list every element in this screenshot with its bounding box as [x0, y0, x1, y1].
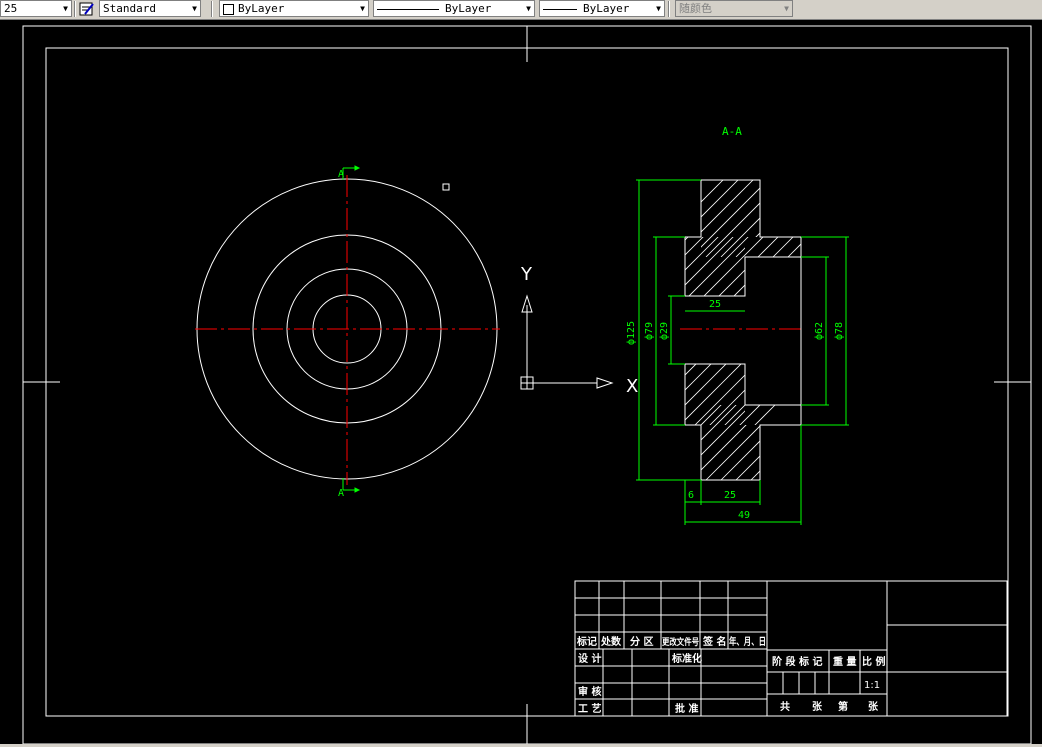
- text-style-value: Standard: [103, 2, 156, 15]
- tb-pizhun: 批 准: [675, 702, 698, 715]
- text-style-icon[interactable]: [79, 1, 95, 17]
- lineweight-value: ByLayer: [583, 2, 630, 15]
- chevron-down-icon: ▼: [360, 4, 365, 13]
- linetype-preview-icon: [377, 8, 439, 10]
- tb-shenhe: 审 核: [578, 685, 601, 698]
- tb-jieduan: 阶 段 标 记: [772, 655, 822, 668]
- lineweight-combo[interactable]: ByLayer ▼: [539, 0, 665, 17]
- toolbar-separator: [668, 1, 670, 17]
- ucs-x-label: X: [626, 376, 638, 397]
- tb-fenqu: 分 区: [630, 635, 653, 648]
- tb-zhongliang: 重 量: [833, 655, 856, 668]
- dim-bottom-25: 25: [724, 490, 736, 501]
- plot-style-value: 随颜色: [679, 2, 712, 15]
- ucs-icon: [520, 294, 614, 390]
- chevron-down-icon: ▼: [192, 4, 197, 13]
- chevron-down-icon: ▼: [526, 4, 531, 13]
- dim-inner-25: 25: [709, 299, 721, 310]
- dim-phi78: ф78: [833, 322, 845, 340]
- tb-biaoji: 标记: [576, 635, 597, 648]
- ucs-y-label: Y: [520, 264, 533, 285]
- center-lines: [195, 175, 805, 485]
- section-view-title: A-A: [722, 125, 742, 138]
- tb-biaozhunhua: 标准化: [671, 652, 702, 665]
- tb-date: 年、月、日: [729, 635, 766, 648]
- chevron-down-icon: ▼: [784, 4, 789, 13]
- section-outline[interactable]: [684, 179, 802, 481]
- scale-combo[interactable]: 25 ▼: [0, 0, 72, 17]
- dim-phi79: ф79: [643, 322, 655, 340]
- color-swatch-icon: [223, 3, 234, 15]
- plot-style-combo: 随颜色 ▼: [675, 0, 793, 17]
- dim-phi62: ф62: [813, 322, 825, 340]
- dim-phi125: ф125: [625, 321, 637, 345]
- chevron-down-icon: ▼: [656, 4, 661, 13]
- tb-zhang2: 张: [868, 700, 879, 713]
- tb-zhang1: 张: [812, 700, 823, 713]
- tb-bili: 比 例: [862, 655, 885, 668]
- tb-qianming: 签 名: [702, 635, 726, 648]
- toolbar-separator: [74, 1, 76, 17]
- dimension-texts: ф125 ф79 ф29 ф62 ф78 25 6 25 49: [625, 299, 845, 521]
- tb-sheji: 设 计: [578, 652, 601, 665]
- dim-49: 49: [738, 510, 750, 521]
- grip-point[interactable]: [442, 183, 450, 191]
- title-block-grid: [574, 580, 1008, 717]
- dim-phi29: ф29: [658, 322, 670, 340]
- layer-color-value: ByLayer: [238, 2, 285, 15]
- tb-gongyi: 工 艺: [578, 702, 601, 715]
- linetype-value: ByLayer: [445, 2, 492, 15]
- tb-di: 第: [838, 700, 848, 713]
- cut-mark-top-label: A: [338, 169, 344, 180]
- cut-mark-bottom-label: A: [338, 488, 344, 499]
- properties-toolbar: 25 ▼ Standard ▼ ByLayer ▼ ByLayer ▼ ByLa…: [0, 0, 1042, 20]
- layer-color-combo[interactable]: ByLayer ▼: [219, 0, 369, 17]
- tb-gong: 共: [780, 700, 790, 713]
- chevron-down-icon: ▼: [63, 4, 68, 13]
- tb-scale: 1:1: [864, 680, 880, 691]
- drawing-canvas[interactable]: A A Y X A-A ф125 ф79 ф29 ф62 ф78 25 6 25…: [0, 19, 1042, 744]
- tb-genggai: 更改文件号: [662, 636, 699, 648]
- text-style-combo[interactable]: Standard ▼: [99, 0, 201, 17]
- linetype-combo[interactable]: ByLayer ▼: [373, 0, 535, 17]
- lineweight-preview-icon: [543, 8, 577, 10]
- scale-value: 25: [4, 2, 18, 15]
- tb-chushu: 处数: [600, 635, 622, 648]
- dim-6: 6: [688, 490, 694, 501]
- title-block-texts: 标记 处数 分 区 更改文件号 签 名 年、月、日 设 计 标准化 审 核 工 …: [576, 635, 885, 715]
- toolbar-separator: [211, 1, 213, 17]
